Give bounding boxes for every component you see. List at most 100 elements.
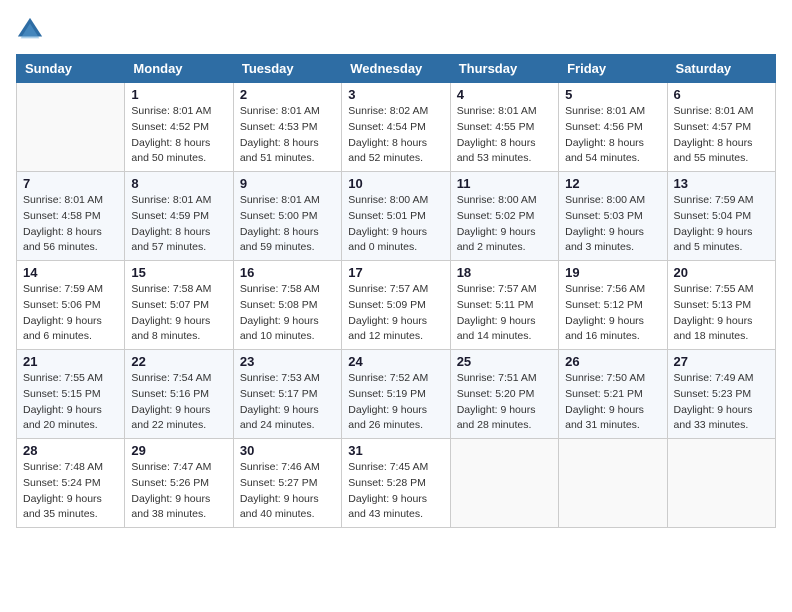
- calendar-cell: [667, 439, 775, 528]
- calendar-cell: [450, 439, 558, 528]
- day-info: Sunrise: 8:01 AM Sunset: 5:00 PM Dayligh…: [240, 193, 335, 256]
- calendar-cell: 20 Sunrise: 7:55 AM Sunset: 5:13 PM Dayli…: [667, 261, 775, 350]
- calendar-cell: 4Sunrise: 8:01 AM Sunset: 4:55 PM Daylig…: [450, 83, 558, 172]
- day-info: Sunrise: 8:01 AM Sunset: 4:57 PM Dayligh…: [674, 104, 769, 167]
- day-info: Sunrise: 8:01 AM Sunset: 4:53 PM Dayligh…: [240, 104, 335, 167]
- day-info: Sunrise: 7:58 AM Sunset: 5:07 PM Dayligh…: [131, 282, 226, 345]
- day-number: 5: [565, 87, 660, 102]
- weekday-header: Saturday: [667, 55, 775, 83]
- logo: [16, 16, 48, 44]
- calendar-cell: 11 Sunrise: 8:00 AM Sunset: 5:02 PM Dayli…: [450, 172, 558, 261]
- day-info: Sunrise: 7:48 AM Sunset: 5:24 PM Dayligh…: [23, 460, 118, 523]
- calendar-cell: 25 Sunrise: 7:51 AM Sunset: 5:20 PM Dayli…: [450, 350, 558, 439]
- day-info: Sunrise: 7:57 AM Sunset: 5:11 PM Dayligh…: [457, 282, 552, 345]
- calendar-cell: 13 Sunrise: 7:59 AM Sunset: 5:04 PM Dayli…: [667, 172, 775, 261]
- calendar-cell: 12 Sunrise: 8:00 AM Sunset: 5:03 PM Dayli…: [559, 172, 667, 261]
- calendar-week-row: 28 Sunrise: 7:48 AM Sunset: 5:24 PM Dayli…: [17, 439, 776, 528]
- day-info: Sunrise: 7:46 AM Sunset: 5:27 PM Dayligh…: [240, 460, 335, 523]
- calendar-cell: 23Sunrise: 7:53 AM Sunset: 5:17 PM Dayli…: [233, 350, 341, 439]
- day-info: Sunrise: 7:55 AM Sunset: 5:13 PM Dayligh…: [674, 282, 769, 345]
- calendar-cell: 10 Sunrise: 8:00 AM Sunset: 5:01 PM Dayli…: [342, 172, 450, 261]
- day-info: Sunrise: 7:59 AM Sunset: 5:06 PM Dayligh…: [23, 282, 118, 345]
- calendar-cell: 5Sunrise: 8:01 AM Sunset: 4:56 PM Daylig…: [559, 83, 667, 172]
- calendar-cell: 24Sunrise: 7:52 AM Sunset: 5:19 PM Dayli…: [342, 350, 450, 439]
- calendar-cell: 28 Sunrise: 7:48 AM Sunset: 5:24 PM Dayli…: [17, 439, 125, 528]
- calendar-cell: 6 Sunrise: 8:01 AM Sunset: 4:57 PM Daylig…: [667, 83, 775, 172]
- calendar-week-row: 14 Sunrise: 7:59 AM Sunset: 5:06 PM Dayli…: [17, 261, 776, 350]
- weekday-header: Monday: [125, 55, 233, 83]
- day-number: 10: [348, 176, 443, 191]
- day-number: 31: [348, 443, 443, 458]
- day-info: Sunrise: 8:00 AM Sunset: 5:01 PM Dayligh…: [348, 193, 443, 256]
- day-number: 22: [131, 354, 226, 369]
- day-number: 18: [457, 265, 552, 280]
- calendar-cell: [17, 83, 125, 172]
- day-number: 3: [348, 87, 443, 102]
- day-number: 17: [348, 265, 443, 280]
- header: [16, 16, 776, 44]
- calendar-week-row: 1 Sunrise: 8:01 AM Sunset: 4:52 PM Daylig…: [17, 83, 776, 172]
- day-info: Sunrise: 7:54 AM Sunset: 5:16 PM Dayligh…: [131, 371, 226, 434]
- calendar-week-row: 7 Sunrise: 8:01 AM Sunset: 4:58 PM Daylig…: [17, 172, 776, 261]
- calendar-cell: 29Sunrise: 7:47 AM Sunset: 5:26 PM Dayli…: [125, 439, 233, 528]
- day-info: Sunrise: 7:52 AM Sunset: 5:19 PM Dayligh…: [348, 371, 443, 434]
- weekday-header: Sunday: [17, 55, 125, 83]
- day-info: Sunrise: 7:49 AM Sunset: 5:23 PM Dayligh…: [674, 371, 769, 434]
- day-number: 27: [674, 354, 769, 369]
- calendar-header: SundayMondayTuesdayWednesdayThursdayFrid…: [17, 55, 776, 83]
- calendar-cell: 2 Sunrise: 8:01 AM Sunset: 4:53 PM Daylig…: [233, 83, 341, 172]
- day-number: 20: [674, 265, 769, 280]
- day-number: 6: [674, 87, 769, 102]
- day-number: 30: [240, 443, 335, 458]
- day-info: Sunrise: 8:01 AM Sunset: 4:52 PM Dayligh…: [131, 104, 226, 167]
- day-number: 29: [131, 443, 226, 458]
- calendar-cell: 16Sunrise: 7:58 AM Sunset: 5:08 PM Dayli…: [233, 261, 341, 350]
- day-info: Sunrise: 8:01 AM Sunset: 4:59 PM Dayligh…: [131, 193, 226, 256]
- calendar-cell: 26 Sunrise: 7:50 AM Sunset: 5:21 PM Dayli…: [559, 350, 667, 439]
- day-info: Sunrise: 8:01 AM Sunset: 4:55 PM Dayligh…: [457, 104, 552, 167]
- calendar-week-row: 21 Sunrise: 7:55 AM Sunset: 5:15 PM Dayli…: [17, 350, 776, 439]
- day-info: Sunrise: 7:59 AM Sunset: 5:04 PM Dayligh…: [674, 193, 769, 256]
- calendar-cell: 30 Sunrise: 7:46 AM Sunset: 5:27 PM Dayli…: [233, 439, 341, 528]
- day-number: 14: [23, 265, 118, 280]
- day-number: 8: [131, 176, 226, 191]
- calendar-cell: [559, 439, 667, 528]
- day-info: Sunrise: 7:56 AM Sunset: 5:12 PM Dayligh…: [565, 282, 660, 345]
- day-info: Sunrise: 8:00 AM Sunset: 5:02 PM Dayligh…: [457, 193, 552, 256]
- calendar-cell: 31 Sunrise: 7:45 AM Sunset: 5:28 PM Dayli…: [342, 439, 450, 528]
- calendar-cell: 1 Sunrise: 8:01 AM Sunset: 4:52 PM Daylig…: [125, 83, 233, 172]
- day-info: Sunrise: 7:45 AM Sunset: 5:28 PM Dayligh…: [348, 460, 443, 523]
- day-number: 21: [23, 354, 118, 369]
- calendar-cell: 22 Sunrise: 7:54 AM Sunset: 5:16 PM Dayli…: [125, 350, 233, 439]
- weekday-header: Wednesday: [342, 55, 450, 83]
- day-number: 7: [23, 176, 118, 191]
- day-number: 13: [674, 176, 769, 191]
- day-number: 1: [131, 87, 226, 102]
- calendar-cell: 14 Sunrise: 7:59 AM Sunset: 5:06 PM Dayli…: [17, 261, 125, 350]
- day-number: 12: [565, 176, 660, 191]
- calendar-table: SundayMondayTuesdayWednesdayThursdayFrid…: [16, 54, 776, 528]
- day-number: 25: [457, 354, 552, 369]
- day-info: Sunrise: 8:02 AM Sunset: 4:54 PM Dayligh…: [348, 104, 443, 167]
- day-number: 28: [23, 443, 118, 458]
- day-number: 16: [240, 265, 335, 280]
- day-number: 2: [240, 87, 335, 102]
- day-info: Sunrise: 7:55 AM Sunset: 5:15 PM Dayligh…: [23, 371, 118, 434]
- calendar-cell: 21 Sunrise: 7:55 AM Sunset: 5:15 PM Dayli…: [17, 350, 125, 439]
- weekday-header: Friday: [559, 55, 667, 83]
- calendar-cell: 3 Sunrise: 8:02 AM Sunset: 4:54 PM Daylig…: [342, 83, 450, 172]
- day-number: 9: [240, 176, 335, 191]
- calendar-cell: 9 Sunrise: 8:01 AM Sunset: 5:00 PM Daylig…: [233, 172, 341, 261]
- calendar-body: 1 Sunrise: 8:01 AM Sunset: 4:52 PM Daylig…: [17, 83, 776, 528]
- day-number: 19: [565, 265, 660, 280]
- weekday-header-row: SundayMondayTuesdayWednesdayThursdayFrid…: [17, 55, 776, 83]
- calendar-cell: 18 Sunrise: 7:57 AM Sunset: 5:11 PM Dayli…: [450, 261, 558, 350]
- day-info: Sunrise: 7:50 AM Sunset: 5:21 PM Dayligh…: [565, 371, 660, 434]
- day-number: 11: [457, 176, 552, 191]
- day-info: Sunrise: 8:01 AM Sunset: 4:58 PM Dayligh…: [23, 193, 118, 256]
- weekday-header: Thursday: [450, 55, 558, 83]
- day-info: Sunrise: 7:51 AM Sunset: 5:20 PM Dayligh…: [457, 371, 552, 434]
- day-info: Sunrise: 8:00 AM Sunset: 5:03 PM Dayligh…: [565, 193, 660, 256]
- calendar-cell: 17Sunrise: 7:57 AM Sunset: 5:09 PM Dayli…: [342, 261, 450, 350]
- day-number: 26: [565, 354, 660, 369]
